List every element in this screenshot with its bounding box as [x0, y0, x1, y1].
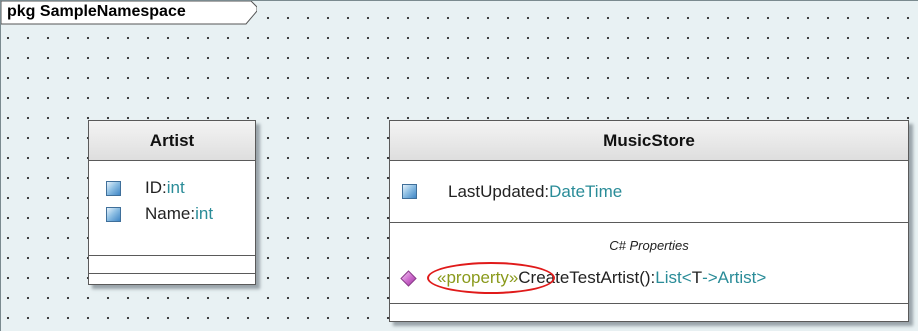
package-title: pkg SampleNamespace: [7, 3, 186, 20]
class-musicstore-operations: C# Properties «property» CreateTestArtis…: [390, 222, 908, 303]
attribute-lastupdated-type: DateTime: [549, 181, 623, 201]
attribute-name-type: int: [195, 204, 214, 223]
attribute-name-name: Name: [145, 204, 191, 223]
highlight-ellipse: [427, 262, 555, 294]
operation-row-createtestartist[interactable]: «property» CreateTestArtist(): List < T -> Ar…: [400, 262, 767, 294]
template-arg: Artist: [717, 268, 757, 287]
class-artist[interactable]: Artist ID: int Name: int: [88, 120, 256, 285]
class-musicstore-name: MusicStore: [603, 130, 695, 150]
class-artist-extra-compartment: [89, 273, 255, 284]
template-open: <: [681, 268, 692, 287]
class-musicstore[interactable]: MusicStore LastUpdated: DateTime C# Prope…: [389, 120, 909, 322]
class-artist-attributes: ID: int Name: int: [89, 161, 255, 239]
operation-stereotype-wrap: «property»: [427, 262, 555, 294]
class-artist-name: Artist: [149, 130, 195, 150]
template-close: >: [756, 268, 767, 287]
operation-params: (): [639, 268, 651, 287]
attribute-icon: [106, 180, 121, 196]
class-musicstore-extra-compartment: [390, 303, 908, 323]
attribute-id-name: ID: [145, 178, 162, 197]
class-musicstore-header: MusicStore: [390, 121, 908, 161]
attribute-lastupdated-name: LastUpdated: [448, 181, 545, 201]
template-param: T: [691, 268, 703, 287]
attribute-row-id[interactable]: ID: int: [89, 175, 255, 201]
attribute-row-lastupdated[interactable]: LastUpdated: DateTime: [402, 179, 622, 205]
operation-diamond-icon: [400, 269, 417, 287]
diagram-canvas[interactable]: pkg SampleNamespace Artist ID: int Name: i…: [0, 0, 918, 331]
template-arrow: ->: [702, 268, 718, 287]
operation-return-type: List: [655, 268, 682, 287]
class-artist-operations-compartment: [89, 255, 255, 273]
package-tab[interactable]: pkg SampleNamespace: [1, 1, 257, 25]
operation-group-label: C# Properties: [609, 238, 689, 253]
class-artist-header: Artist: [89, 121, 255, 161]
class-musicstore-attributes: LastUpdated: DateTime: [390, 161, 908, 222]
attribute-icon: [106, 206, 121, 222]
attribute-icon: [402, 184, 417, 199]
attribute-row-name[interactable]: Name: int: [89, 201, 255, 227]
attribute-id-type: int: [166, 178, 185, 197]
